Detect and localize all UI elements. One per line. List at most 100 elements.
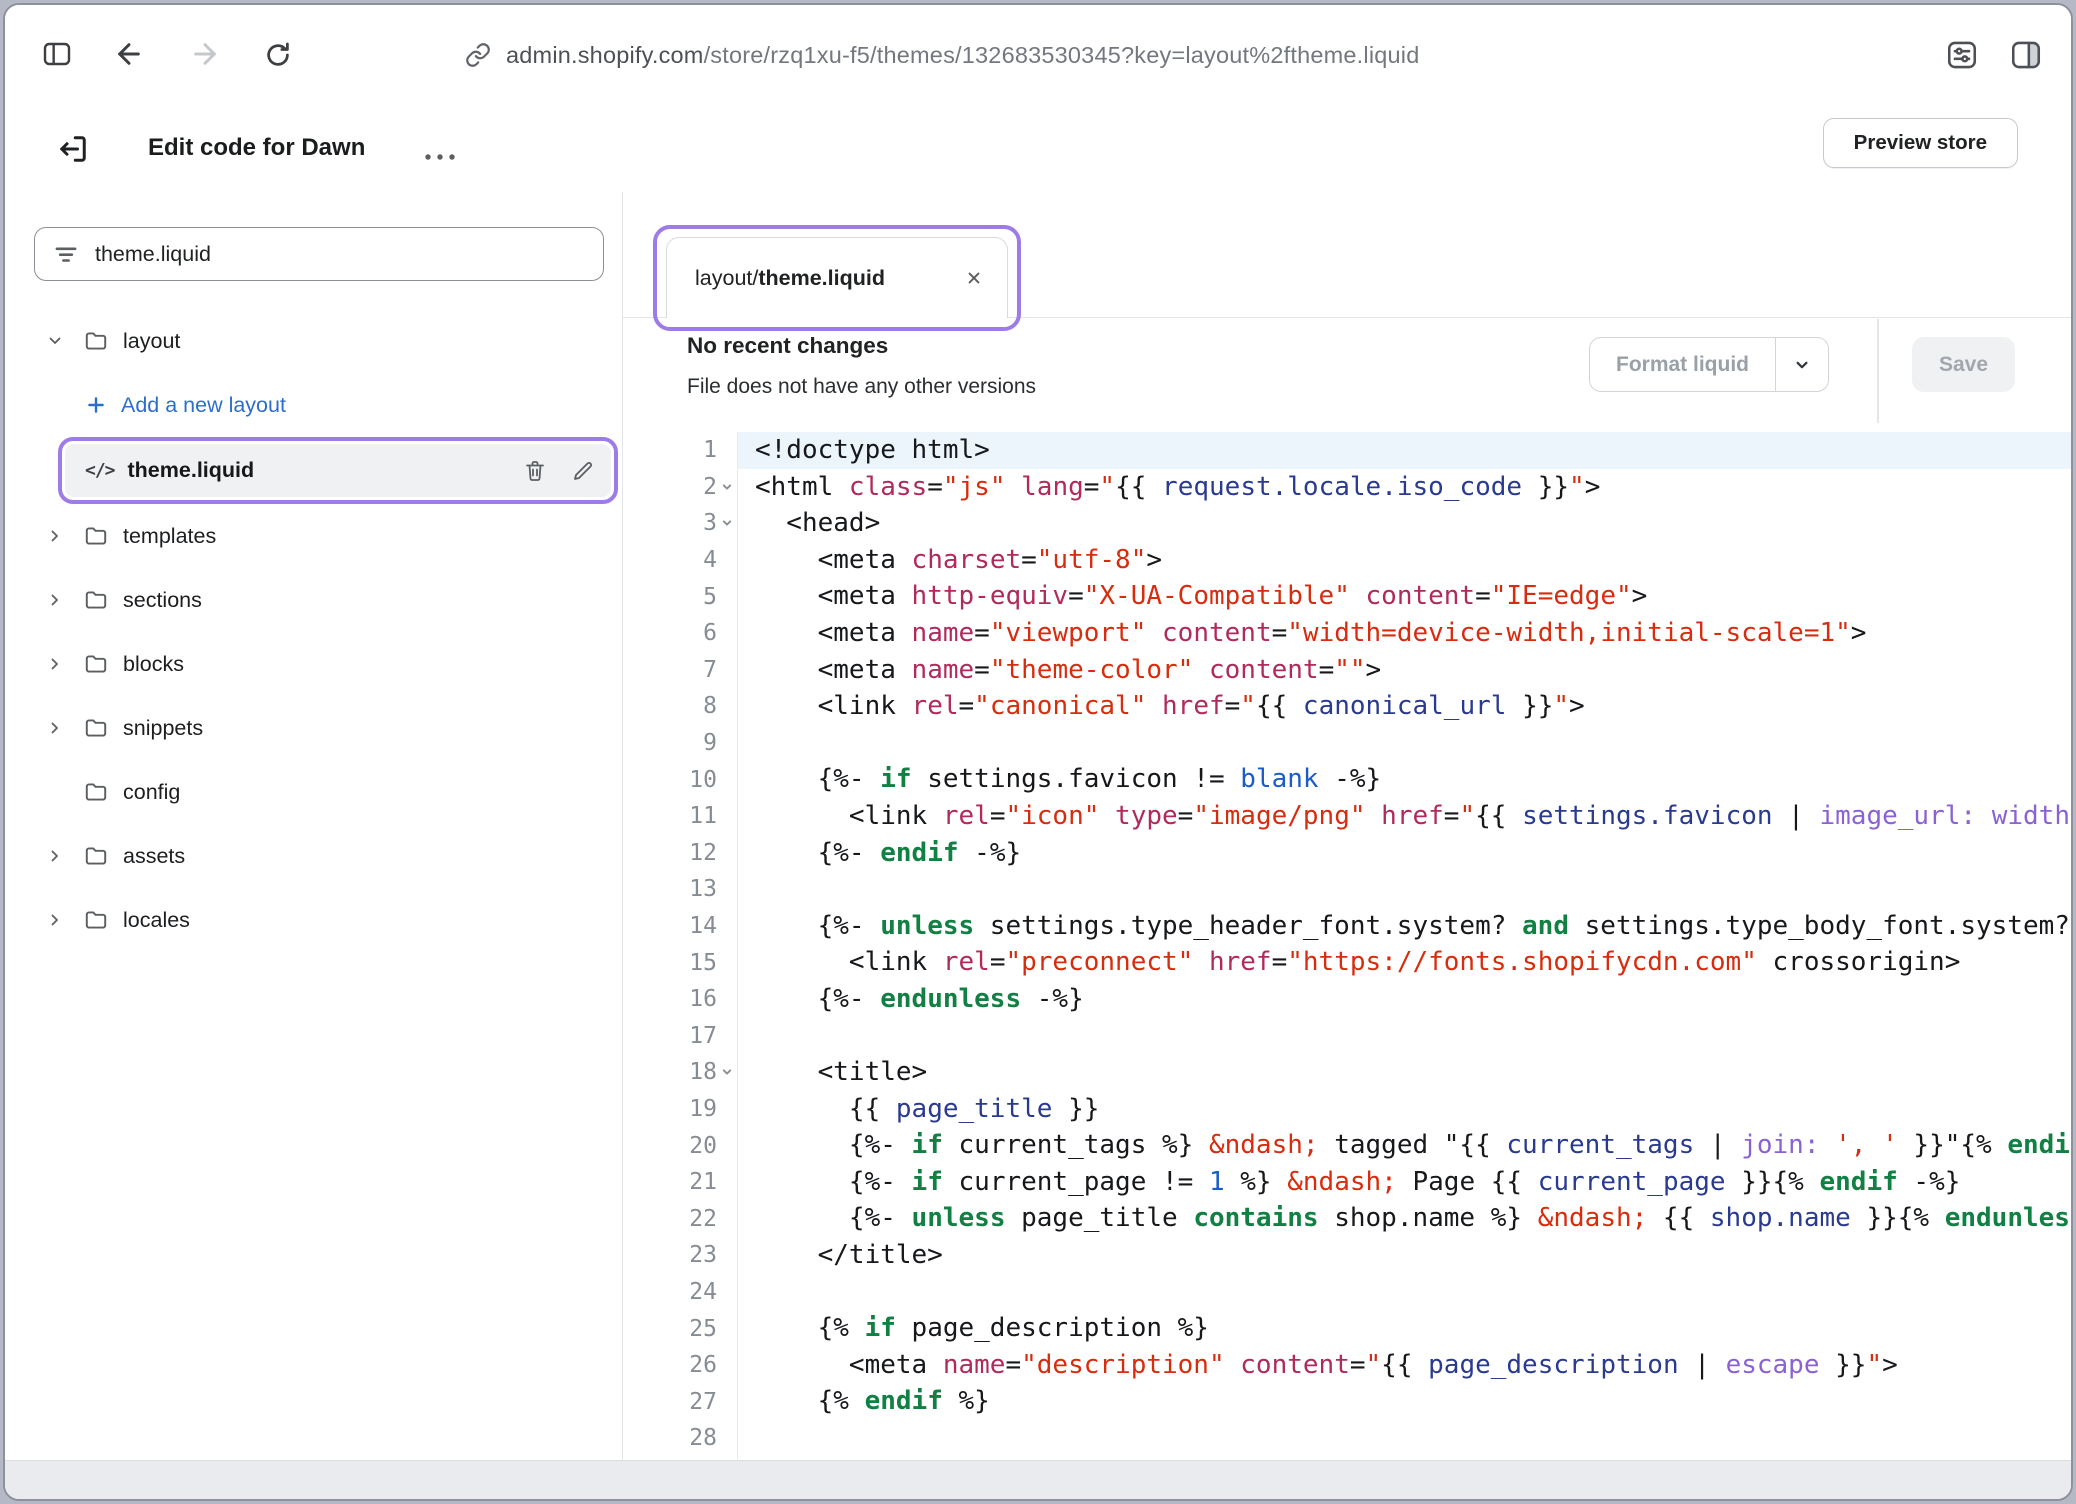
code-line: 11 <link rel="icon" type="image/png" hre… [623,798,2071,835]
editor-status-bar: No recent changes File does not have any… [623,317,2071,432]
chevron-right-icon[interactable] [45,526,65,546]
tab-label: layout/theme.liquid [695,266,885,291]
format-liquid-button[interactable]: Format liquid [1589,337,1829,392]
code-line: 23 </title> [623,1237,2071,1274]
line-number: 3 [623,505,738,542]
line-number: 23 [623,1237,738,1274]
code-line: 12 {%- endif -%} [623,835,2071,872]
line-number: 28 [623,1420,738,1457]
app-header: Edit code for Dawn Preview store [5,105,2071,192]
file-search-box[interactable] [34,227,604,281]
tab-theme-liquid[interactable]: layout/theme.liquid [666,237,1008,318]
exit-editor-icon[interactable] [55,131,91,167]
code-line: 17 [623,1018,2071,1055]
code-line: 8 <link rel="canonical" href="{{ canonic… [623,688,2071,725]
line-number: 2 [623,469,738,506]
line-number: 13 [623,871,738,908]
folder-icon [83,651,109,677]
code-editor[interactable]: 1<!doctype html>2<html class="js" lang="… [623,432,2071,1461]
close-icon[interactable] [963,267,985,289]
tree-item-layout[interactable]: layout [5,309,622,373]
code-line: 20 {%- if current_tags %} &ndash; tagged… [623,1127,2071,1164]
code-line: 7 <meta name="theme-color" content=""> [623,652,2071,689]
fold-toggle-icon[interactable] [719,1064,735,1080]
preview-store-button[interactable]: Preview store [1823,118,2018,168]
code-line: 24 [623,1274,2071,1311]
fold-toggle-icon[interactable] [719,515,735,531]
chevron-right-icon[interactable] [45,590,65,610]
address-bar[interactable]: admin.shopify.com/store/rzq1xu-f5/themes… [465,5,1419,105]
chevron-down-icon[interactable] [1775,338,1828,391]
folder-icon [83,328,109,354]
folder-label: snippets [123,716,203,741]
chevron-right-icon[interactable] [45,718,65,738]
save-button[interactable]: Save [1912,337,2015,392]
code-line: 4 <meta charset="utf-8"> [623,542,2071,579]
edit-icon[interactable] [571,459,595,483]
chevron-right-icon[interactable] [45,846,65,866]
filter-icon [53,241,79,267]
line-number: 22 [623,1200,738,1237]
line-number: 19 [623,1091,738,1128]
plus-icon [85,394,107,416]
code-line: 22 {%- unless page_title contains shop.n… [623,1200,2071,1237]
line-number: 26 [623,1347,738,1384]
line-number: 9 [623,725,738,762]
split-view-icon[interactable] [2009,38,2043,72]
chevron-down-icon[interactable] [45,331,65,351]
more-actions-icon[interactable] [423,149,457,167]
fold-toggle-icon[interactable] [719,479,735,495]
line-number: 12 [623,835,738,872]
file-tree: layout Add a new layout </>theme.liquid tem… [5,309,622,952]
folder-label: templates [123,524,216,549]
editor-main: layout/theme.liquid No recent changes Fi… [623,192,2071,1461]
file-sidebar: layout Add a new layout </>theme.liquid tem… [5,192,623,1461]
code-file-icon: </> [85,460,115,481]
reload-icon[interactable] [263,40,293,70]
code-line: 5 <meta http-equiv="X-UA-Compatible" con… [623,578,2071,615]
line-number: 27 [623,1383,738,1420]
delete-icon[interactable] [523,459,547,483]
tree-item-sections[interactable]: sections [5,568,622,632]
line-number: 4 [623,542,738,579]
line-number: 17 [623,1018,738,1055]
format-liquid-label: Format liquid [1590,338,1775,391]
code-line: 10 {%- if settings.favicon != blank -%} [623,761,2071,798]
code-line: 25 {% if page_description %} [623,1310,2071,1347]
line-number: 25 [623,1310,738,1347]
tree-item-blocks[interactable]: blocks [5,632,622,696]
folder-icon [83,523,109,549]
tree-item-templates[interactable]: templates [5,504,622,568]
code-line: 27 {% endif %} [623,1383,2071,1420]
tree-item-locales[interactable]: locales [5,888,622,952]
status-subtitle: File does not have any other versions [687,375,1036,399]
line-number: 10 [623,761,738,798]
tree-item-assets[interactable]: assets [5,824,622,888]
chevron-right-icon[interactable] [45,910,65,930]
search-input[interactable] [95,242,585,267]
add-new-layout-button[interactable]: Add a new layout [5,373,622,437]
tree-item-theme-liquid[interactable]: </>theme.liquid [65,444,611,497]
code-line: 28 [623,1420,2071,1457]
folder-label: layout [123,329,180,354]
tree-item-config[interactable]: config [5,760,622,824]
folder-icon [83,587,109,613]
line-number: 6 [623,615,738,652]
line-number: 16 [623,981,738,1018]
chevron-right-icon[interactable] [45,654,65,674]
url-text: admin.shopify.com/store/rzq1xu-f5/themes… [506,42,1419,69]
sidebar-toggle-icon[interactable] [41,38,73,70]
code-line: 9 [623,725,2071,762]
line-number: 11 [623,798,738,835]
folder-label: assets [123,844,185,869]
line-number: 21 [623,1164,738,1201]
folder-icon [83,907,109,933]
tree-item-snippets[interactable]: snippets [5,696,622,760]
window-bottom-strip [5,1460,2071,1499]
code-line: 15 <link rel="preconnect" href="https://… [623,944,2071,981]
forward-icon[interactable] [189,38,221,70]
back-icon[interactable] [113,38,145,70]
extensions-icon[interactable] [1945,38,1979,72]
code-line: 2<html class="js" lang="{{ request.local… [623,469,2071,506]
tab-bar: layout/theme.liquid [623,192,2071,318]
